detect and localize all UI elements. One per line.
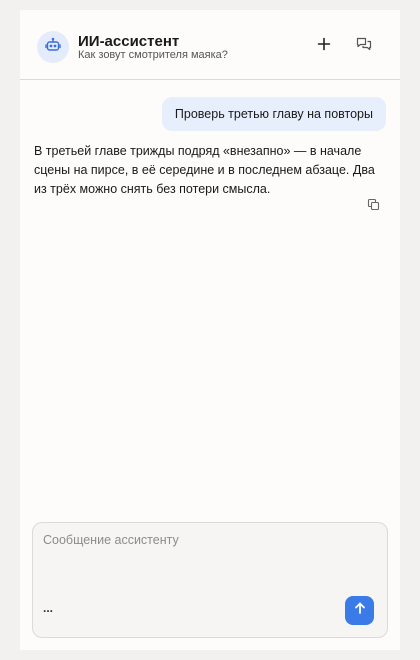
- assistant-message: В третьей главе трижды подряд «внезапно»…: [34, 144, 375, 196]
- chat-header: ИИ-ассистент Как зовут смотрителя маяка?: [20, 10, 400, 80]
- more-options-button[interactable]: ...: [43, 601, 53, 615]
- assistant-avatar: [37, 31, 69, 63]
- new-chat-button[interactable]: [312, 34, 336, 58]
- robot-icon: [45, 37, 61, 58]
- message-input[interactable]: [43, 533, 377, 589]
- chat-subtitle: Как зовут смотрителя маяка?: [78, 49, 228, 61]
- chat-history-button[interactable]: [352, 34, 376, 58]
- copy-button[interactable]: [365, 198, 381, 216]
- send-button[interactable]: [345, 596, 374, 625]
- page-title: ИИ-ассистент: [78, 33, 180, 50]
- message-composer: ...: [32, 522, 388, 638]
- chat-history-icon: [356, 36, 372, 57]
- arrow-up-icon: [353, 601, 367, 620]
- copy-icon: [367, 198, 380, 216]
- plus-icon: [317, 37, 331, 56]
- user-message: Проверь третью главу на повторы: [161, 97, 386, 131]
- assistant-panel: ИИ-ассистент Как зовут смотрителя маяка?…: [20, 10, 400, 650]
